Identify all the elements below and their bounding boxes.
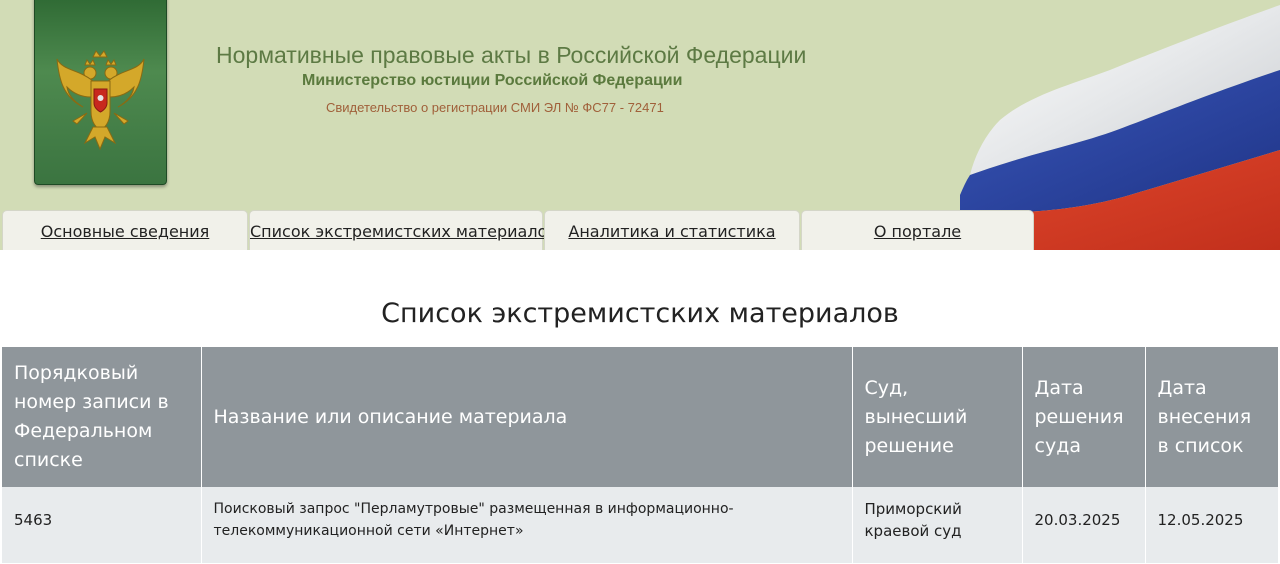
ministry-name: Министерство юстиции Российской Федераци… <box>302 72 683 89</box>
site-title: Нормативные правовые акты в Российской Ф… <box>216 42 807 68</box>
page-title: Список экстремистских материалов <box>381 298 899 329</box>
tab-extremist-materials[interactable]: Список экстремистских материалов <box>249 210 557 250</box>
column-header-description: Название или описание материала <box>201 347 853 487</box>
tab-main-info[interactable]: Основные сведения <box>2 210 248 250</box>
column-header-decision-date: Дата решения суда <box>1022 347 1146 487</box>
table-row-partial <box>2 553 1278 563</box>
column-header-added-date: Дата внесения в список <box>1145 347 1278 487</box>
table-row: 5463 Поисковый запрос "Перламутровые" ра… <box>2 487 1278 553</box>
column-header-court: Суд, вынесший решение <box>852 347 1023 487</box>
cell-number: 5463 <box>2 487 202 553</box>
cell-added-date: 12.05.2025 <box>1145 487 1278 553</box>
registration-certificate: Свидетельство о регистрации СМИ ЭЛ № ФС7… <box>326 100 664 115</box>
cell-court: Приморский краевой суд <box>852 487 1023 553</box>
tab-about-portal[interactable]: О портале <box>801 210 1034 250</box>
extremist-materials-table: Порядковый номер записи в Федеральном сп… <box>2 347 1278 563</box>
eagle-icon <box>56 50 145 151</box>
table-header-row: Порядковый номер записи в Федеральном сп… <box>2 347 1278 487</box>
column-header-number: Порядковый номер записи в Федеральном сп… <box>2 347 202 487</box>
tab-analytics[interactable]: Аналитика и статистика <box>544 210 800 250</box>
coat-of-arms-emblem[interactable] <box>34 0 167 185</box>
cell-description: Поисковый запрос "Перламутровые" размеще… <box>201 487 853 553</box>
cell-decision-date: 20.03.2025 <box>1022 487 1146 553</box>
